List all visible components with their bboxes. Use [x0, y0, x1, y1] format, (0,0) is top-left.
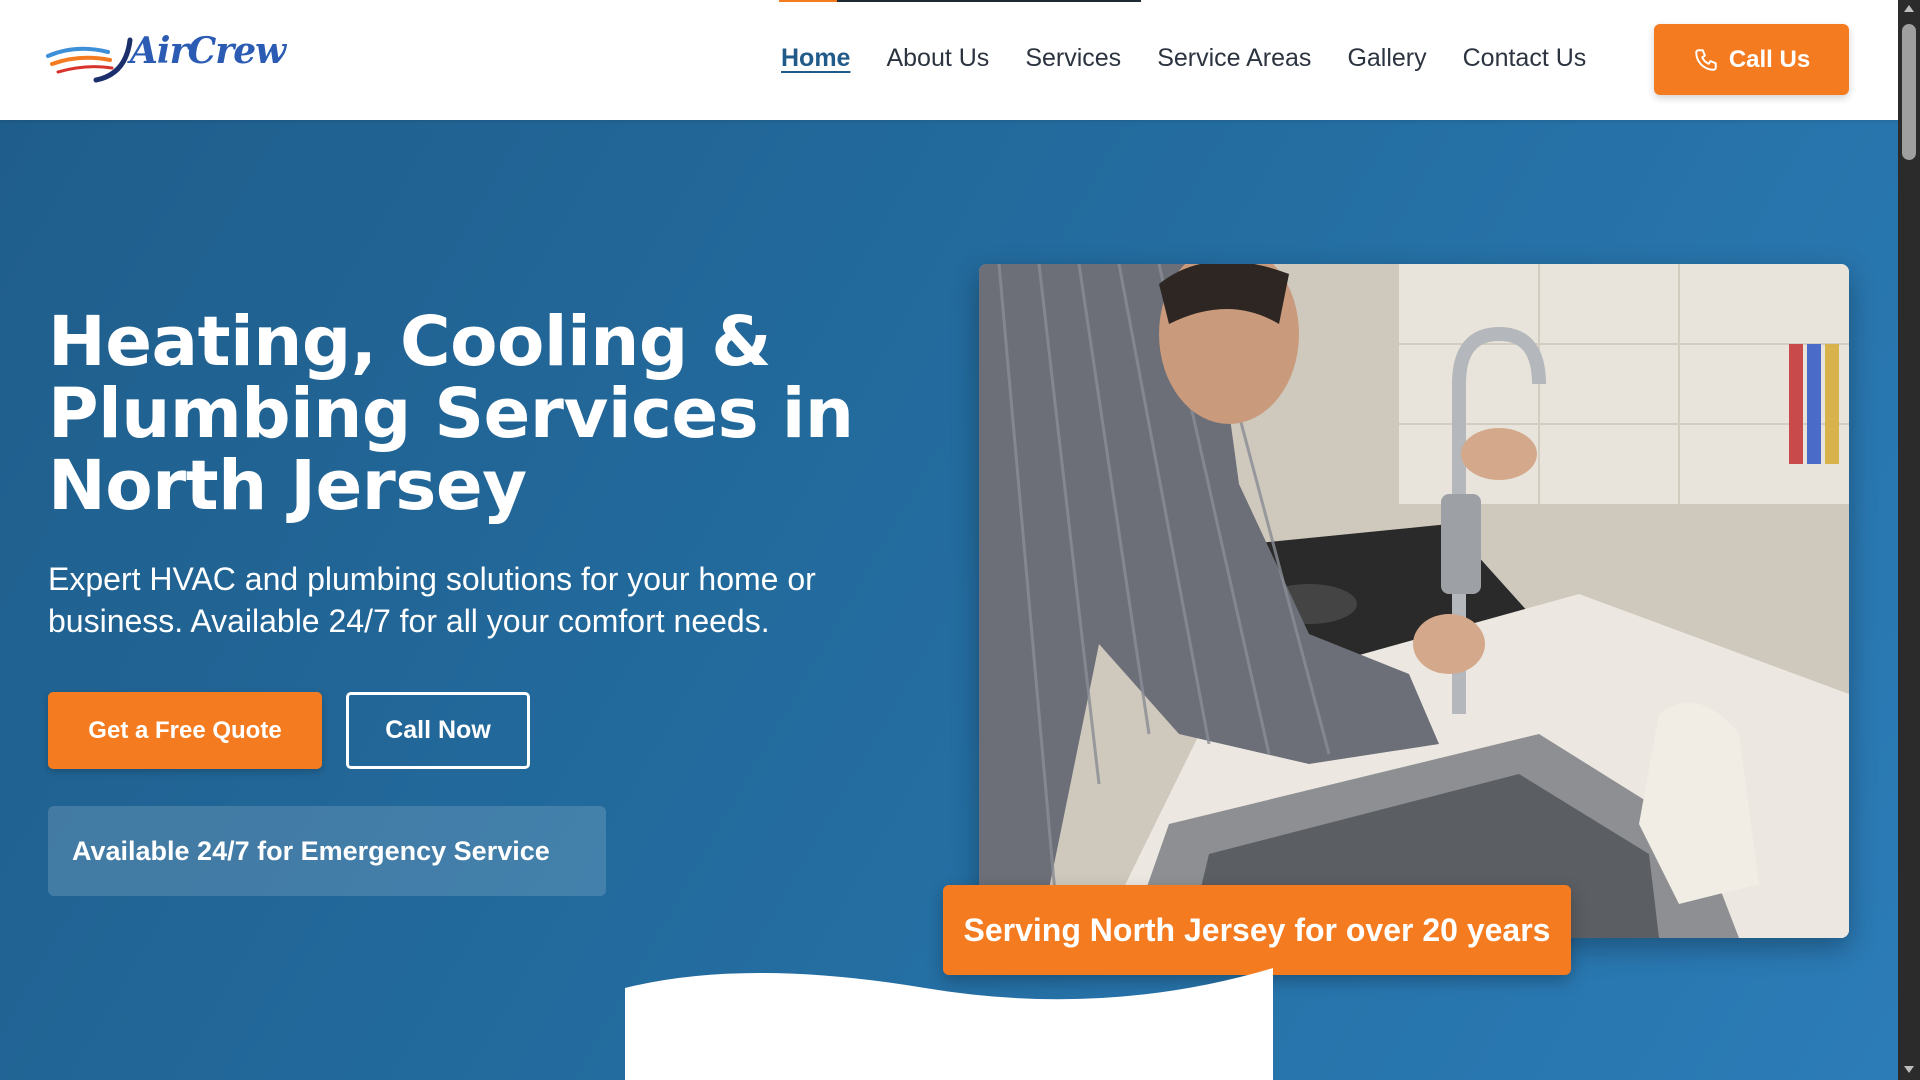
scroll-progress-bar [779, 0, 1141, 2]
call-us-button[interactable]: Call Us [1654, 24, 1849, 95]
site-header: AirCrew Home About Us Services Service A… [0, 0, 1898, 120]
nav-service-areas[interactable]: Service Areas [1157, 44, 1311, 73]
nav-gallery[interactable]: Gallery [1347, 44, 1426, 73]
hero-title: Heating, Cooling & Plumbing Services in … [48, 302, 854, 526]
emergency-service-label: Available 24/7 for Emergency Service [72, 835, 550, 866]
emergency-service-note: Available 24/7 for Emergency Service [48, 806, 606, 896]
page-scrollbar[interactable] [1898, 0, 1920, 1080]
brand-logo[interactable]: AirCrew [46, 28, 286, 88]
hero-photo-plumber [979, 264, 1849, 938]
experience-badge: Serving North Jersey for over 20 years [943, 885, 1571, 975]
main-nav: Home About Us Services Service Areas Gal… [781, 44, 1586, 73]
nav-home[interactable]: Home [781, 44, 850, 73]
section-divider-wave [625, 968, 1273, 1080]
call-now-button[interactable]: Call Now [346, 692, 530, 769]
nav-contact-us[interactable]: Contact Us [1463, 44, 1587, 73]
hero-section: Heating, Cooling & Plumbing Services in … [0, 120, 1898, 1080]
plumber-fixing-faucet-image [979, 264, 1849, 938]
scroll-progress-fill [779, 0, 837, 2]
swoosh-logo-icon [46, 37, 133, 83]
free-quote-button[interactable]: Get a Free Quote [48, 692, 322, 769]
hero-subtitle: Expert HVAC and plumbing solutions for y… [48, 561, 816, 639]
nav-services[interactable]: Services [1025, 44, 1121, 73]
phone-icon [1695, 48, 1717, 71]
nav-about-us[interactable]: About Us [886, 44, 989, 73]
call-us-label: Call Us [1728, 45, 1811, 73]
scroll-down-arrow-icon[interactable] [1904, 1066, 1914, 1073]
scrollbar-thumb[interactable] [1902, 24, 1916, 160]
scroll-up-arrow-icon[interactable] [1904, 5, 1914, 12]
experience-badge-label: Serving North Jersey for over 20 years [963, 911, 1551, 948]
logo-wordmark: AirCrew [130, 30, 286, 72]
